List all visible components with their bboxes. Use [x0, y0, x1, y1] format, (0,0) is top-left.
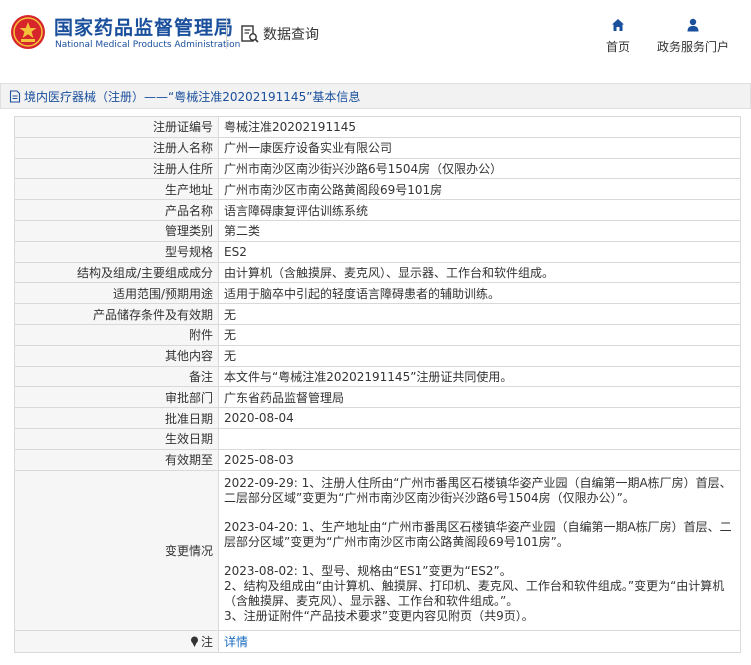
table-row: 生产地址 广州市南沙区市南公路黄阁段69号101房	[14, 178, 741, 201]
field-label: 生效日期	[14, 427, 219, 450]
pin-icon	[190, 636, 198, 647]
field-value: 语言障碍康复评估训练系统	[218, 199, 741, 221]
table-row: 备注 本文件与“粤械注准20202191145”注册证共同使用。	[14, 365, 741, 388]
field-value	[218, 427, 741, 450]
field-label: 注册证编号	[14, 116, 219, 138]
site-header: 国家药品监督管理局 National Medical Products Admi…	[0, 0, 751, 68]
nav-gov-service[interactable]: 政务服务门户	[655, 18, 731, 55]
field-value: 适用于脑卒中引起的轻度语言障碍患者的辅助训练。	[218, 282, 741, 305]
site-title-cn[interactable]: 国家药品监督管理局	[54, 13, 234, 40]
note-label-cell: 注	[14, 629, 219, 653]
table-row-note: 注详情	[14, 629, 741, 653]
field-value: 广东省药品监督管理局	[218, 386, 741, 409]
field-label: 管理类别	[14, 219, 219, 242]
field-value: 广州市南沙区南沙街兴沙路6号1504房（仅限办公）	[218, 157, 741, 180]
field-label: 附件	[14, 323, 219, 346]
change-entry: 2023-08-02: 1、型号、规格由“ES1”变更为“ES2”。 2、结构及…	[224, 564, 725, 624]
field-value: 2025-08-03	[218, 448, 741, 471]
table-row: 附件无	[14, 323, 741, 346]
field-label: 产品名称	[14, 199, 219, 221]
info-table: 注册证编号 粤械注准20202191145 注册人名称 广州一康医疗设备实业有限公司注…	[14, 116, 741, 653]
table-row: 批准日期 2020-08-04	[14, 407, 741, 429]
change-entry: 2022-09-29: 1、注册人住所由“广州市番禺区石楼镇华姿产业园（自编第一…	[224, 476, 732, 506]
document-icon	[9, 89, 21, 103]
table-row: 适用范围/预期用途 适用于脑卒中引起的轻度语言障碍患者的辅助训练。	[14, 282, 741, 305]
site-title-en[interactable]: National Medical Products Administration	[55, 40, 240, 50]
field-label: 适用范围/预期用途	[14, 282, 219, 305]
field-value: 由计算机（含触摸屏、麦克风）、显示器、工作台和软件组成。	[218, 261, 741, 284]
change-gap	[224, 550, 735, 564]
note-value-cell: 详情	[218, 629, 741, 653]
field-value: 无	[218, 323, 741, 346]
user-icon	[687, 18, 699, 32]
field-label: 注册人名称	[14, 136, 219, 159]
field-label: 产品储存条件及有效期	[14, 303, 219, 325]
field-label: 备注	[14, 365, 219, 388]
field-value: 粤械注准20202191145	[218, 116, 741, 138]
table-row: 型号规格 ES2	[14, 240, 741, 263]
field-label: 审批部门	[14, 386, 219, 409]
nav-home[interactable]: 首页	[603, 18, 633, 55]
nav-gov-label: 政务服务门户	[656, 40, 729, 54]
data-query-icon	[241, 25, 259, 43]
field-value: 2020-08-04	[218, 407, 741, 429]
table-row-changes: 变更情况 2022-09-29: 1、注册人住所由“广州市番禺区石楼镇华姿产业园（…	[14, 469, 741, 631]
field-value: 广州市南沙区市南公路黄阁段69号101房	[218, 178, 741, 201]
breadcrumb: 境内医疗器械（注册）——“粤械注准20202191145”基本信息	[0, 83, 751, 109]
table-row: 其他内容无	[14, 344, 741, 367]
field-value: 第二类	[218, 219, 741, 242]
table-row: 注册人名称 广州一康医疗设备实业有限公司	[14, 136, 741, 159]
table-row: 产品名称 语言障碍康复评估训练系统	[14, 199, 741, 221]
changes-value: 2022-09-29: 1、注册人住所由“广州市番禺区石楼镇华姿产业园（自编第一…	[218, 469, 741, 631]
table-row: 注册人住所 广州市南沙区南沙街兴沙路6号1504房（仅限办公）	[14, 157, 741, 180]
breadcrumb-text: 境内医疗器械（注册）——“粤械注准20202191145”基本信息	[24, 89, 361, 104]
details-link[interactable]: 详情	[224, 635, 248, 649]
field-value: ES2	[218, 240, 741, 263]
table-row: 审批部门 广东省药品监督管理局	[14, 386, 741, 409]
nav-home-label: 首页	[605, 40, 630, 54]
field-value: 无	[218, 303, 741, 325]
changes-label: 变更情况	[14, 469, 219, 631]
table-row: 结构及组成/主要组成成分 由计算机（含触摸屏、麦克风）、显示器、工作台和软件组成。	[14, 261, 741, 284]
field-label: 生产地址	[14, 178, 219, 201]
change-gap	[224, 506, 735, 520]
home-icon	[612, 19, 624, 31]
field-value: 无	[218, 344, 741, 367]
national-emblem-icon	[11, 15, 45, 49]
field-label: 批准日期	[14, 407, 219, 429]
data-query-link[interactable]: 数据查询	[240, 24, 319, 44]
note-label: 注	[200, 634, 213, 649]
data-query-label: 数据查询	[263, 27, 319, 43]
field-label: 型号规格	[14, 240, 219, 263]
field-value: 广州一康医疗设备实业有限公司	[218, 136, 741, 159]
header-divider	[226, 17, 227, 49]
table-row: 有效期至 2025-08-03	[14, 448, 741, 471]
field-label: 注册人住所	[14, 157, 219, 180]
table-row: 产品储存条件及有效期无	[14, 303, 741, 325]
field-value: 本文件与“粤械注准20202191145”注册证共同使用。	[218, 365, 741, 388]
field-label: 结构及组成/主要组成成分	[14, 261, 219, 284]
table-row: 生效日期	[14, 427, 741, 450]
table-row: 管理类别 第二类	[14, 219, 741, 242]
table-row: 注册证编号 粤械注准20202191145	[14, 116, 741, 138]
field-label: 有效期至	[14, 448, 219, 471]
field-label: 其他内容	[14, 344, 219, 367]
change-entry: 2023-04-20: 1、生产地址由“广州市番禺区石楼镇华姿产业园（自编第一期…	[224, 520, 732, 550]
